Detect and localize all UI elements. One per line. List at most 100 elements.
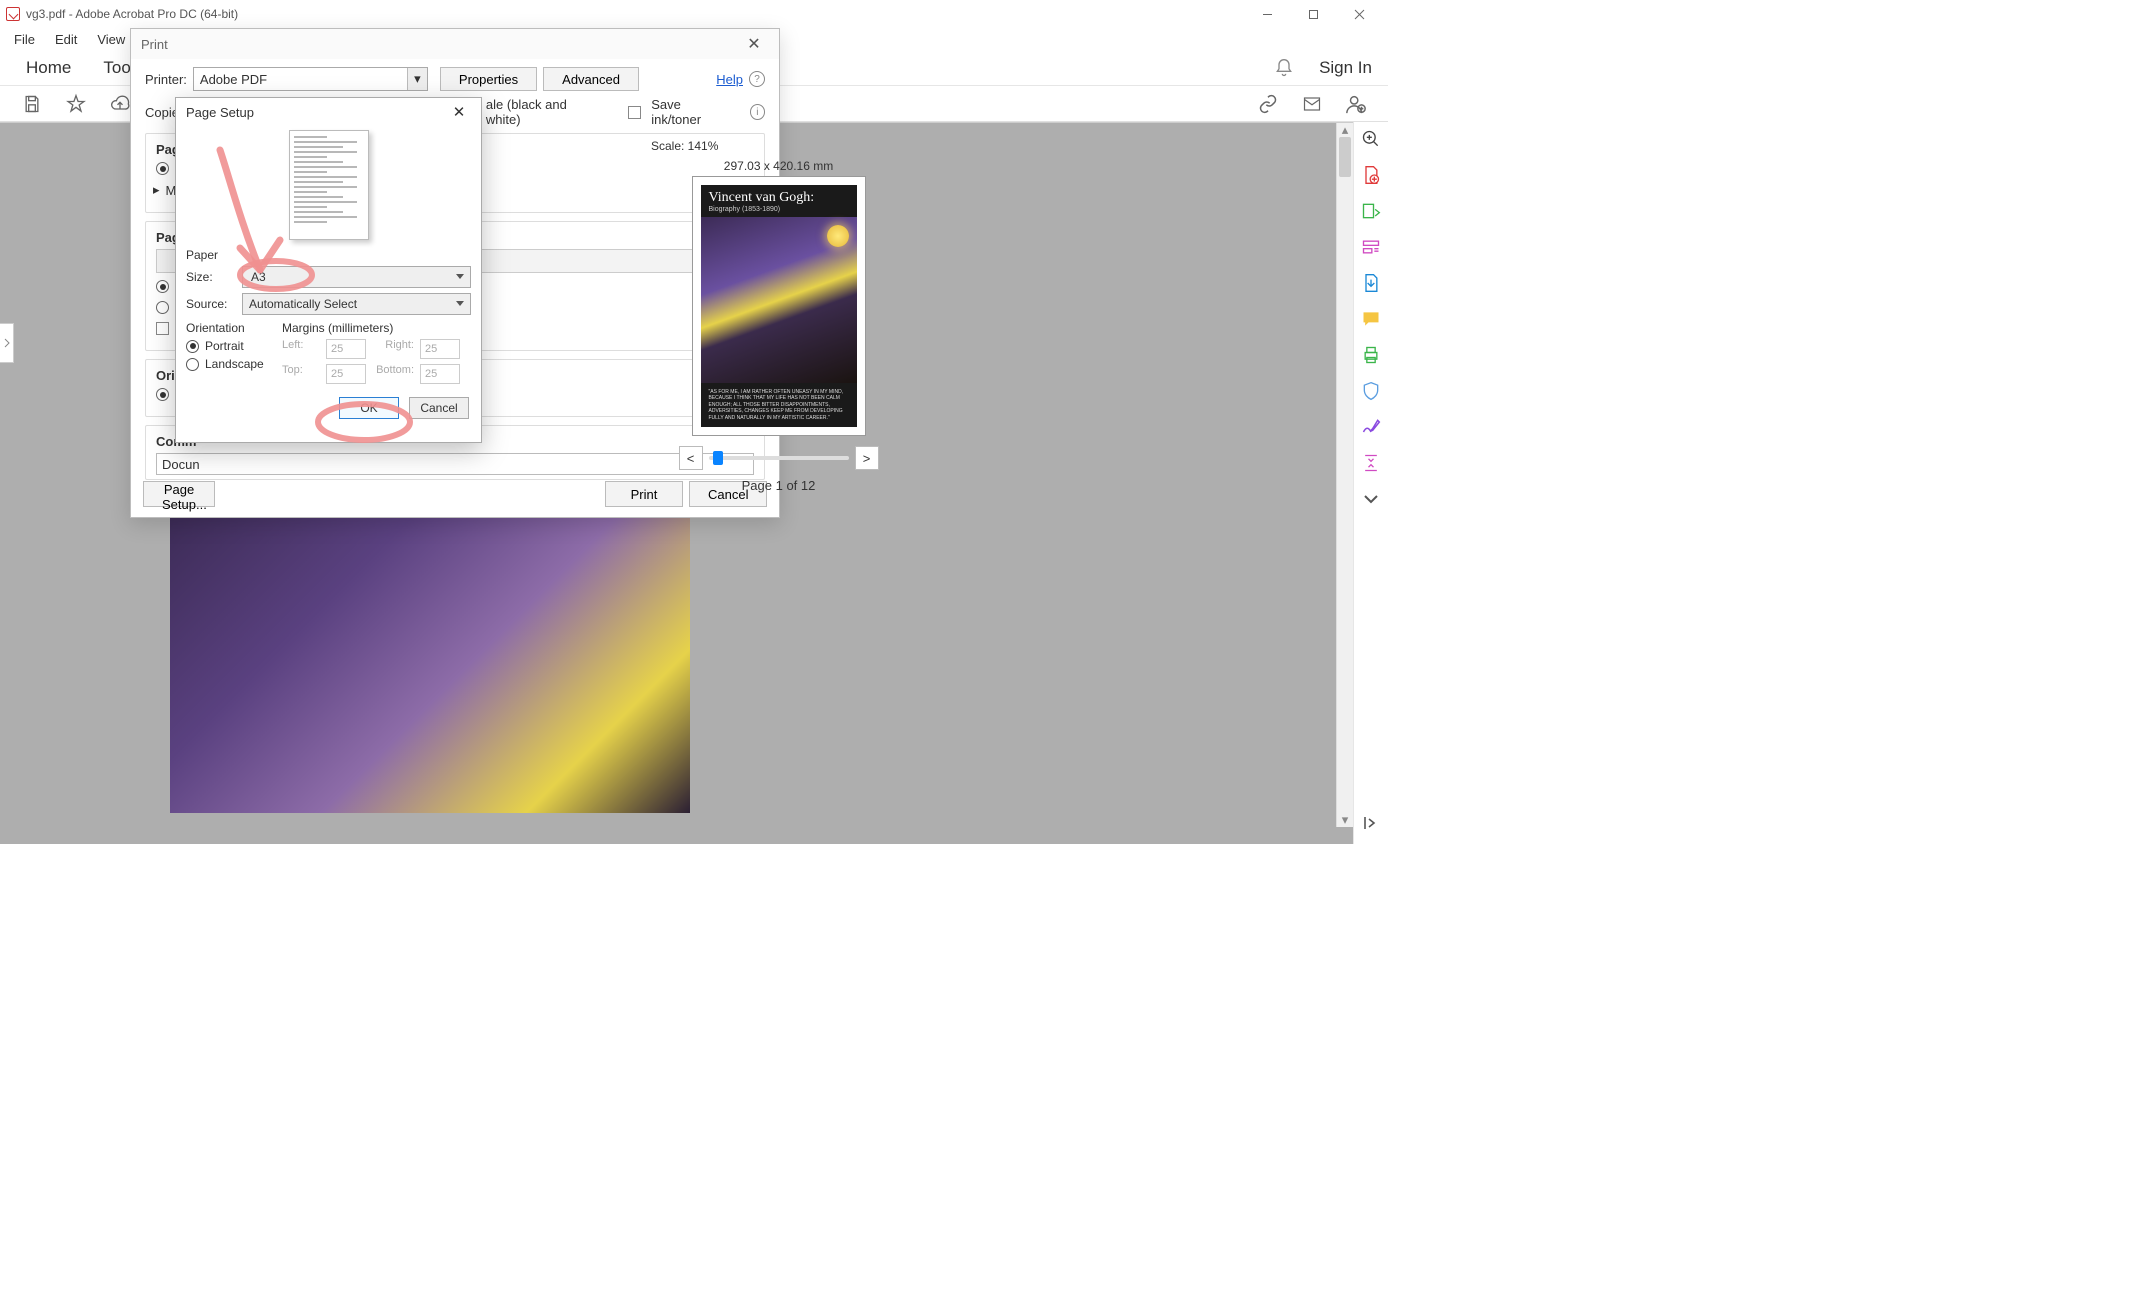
page-setup-ok-button[interactable]: OK <box>339 397 399 419</box>
source-label: Source: <box>186 297 236 311</box>
size-label: Size: <box>186 270 236 284</box>
scrollbar-thumb[interactable] <box>1339 137 1351 177</box>
choose-paper-checkbox[interactable] <box>156 322 169 335</box>
slider-knob[interactable] <box>713 451 723 465</box>
comment-icon[interactable] <box>1360 308 1382 330</box>
printer-label: Printer: <box>145 72 187 87</box>
paper-source-value: Automatically Select <box>249 297 357 311</box>
fill-sign-icon[interactable] <box>1360 416 1382 438</box>
preview-artwork <box>701 217 857 383</box>
add-user-icon[interactable] <box>1344 92 1368 116</box>
preview-doc-subtitle: Biography (1853-1890) <box>701 206 857 217</box>
page-setup-title: Page Setup <box>186 105 254 120</box>
margin-bottom-input[interactable]: 25 <box>420 364 460 384</box>
export-pdf-icon[interactable] <box>1360 200 1382 222</box>
combine-icon[interactable] <box>1360 272 1382 294</box>
preview-sheet: Vincent van Gogh: Biography (1853-1890) … <box>692 176 866 436</box>
preview-prev-button[interactable]: < <box>679 446 703 470</box>
preview-next-button[interactable]: > <box>855 446 879 470</box>
menu-edit[interactable]: Edit <box>45 30 87 49</box>
menu-file[interactable]: File <box>4 30 45 49</box>
paper-size-select[interactable]: A3 <box>242 266 471 288</box>
print-tool-icon[interactable] <box>1360 344 1382 366</box>
email-icon[interactable] <box>1300 92 1324 116</box>
window-close-button[interactable] <box>1336 0 1382 28</box>
advanced-button[interactable]: Advanced <box>543 67 639 91</box>
margin-left-input[interactable]: 25 <box>326 339 366 359</box>
menu-view[interactable]: View <box>87 30 135 49</box>
landscape-label: Landscape <box>205 357 264 371</box>
paper-size-value: A3 <box>251 270 266 284</box>
more-tools-icon[interactable] <box>1360 488 1382 510</box>
preview-scale-text: Scale: 141% <box>651 139 906 153</box>
save-ink-checkbox[interactable] <box>628 106 641 119</box>
grayscale-text: ale (black and white) <box>486 97 599 127</box>
margin-right-label: Right: <box>372 339 414 359</box>
create-pdf-icon[interactable] <box>1360 164 1382 186</box>
left-panel-toggle[interactable] <box>0 323 14 363</box>
dropdown-caret-icon <box>456 274 464 279</box>
margin-bottom-label: Bottom: <box>372 364 414 384</box>
preview-doc-title: Vincent van Gogh: <box>701 185 857 206</box>
zoom-icon[interactable] <box>1360 128 1382 150</box>
dropdown-caret-icon <box>456 301 464 306</box>
collapse-strip-icon[interactable] <box>1360 812 1382 834</box>
paper-section-label: Paper <box>186 248 471 262</box>
print-dialog-title: Print <box>141 37 168 52</box>
portrait-label: Portrait <box>205 339 244 353</box>
printer-select-value: Adobe PDF <box>200 72 267 87</box>
page-setup-button[interactable]: Page Setup... <box>143 481 215 507</box>
margin-top-label: Top: <box>282 364 320 384</box>
minimize-button[interactable] <box>1244 0 1290 28</box>
tab-home[interactable]: Home <box>10 54 87 82</box>
print-preview-panel: Scale: 141% 297.03 x 420.16 mm Vincent v… <box>651 139 906 494</box>
bell-icon[interactable] <box>1271 55 1297 81</box>
sign-in-link[interactable]: Sign In <box>1319 58 1372 78</box>
comments-select-value: Docun <box>162 457 200 472</box>
star-icon[interactable] <box>64 92 88 116</box>
margin-right-input[interactable]: 25 <box>420 339 460 359</box>
cloud-upload-icon[interactable] <box>108 92 132 116</box>
app-title-bar: vg3.pdf - Adobe Acrobat Pro DC (64-bit) <box>0 0 1388 28</box>
save-ink-info-icon[interactable]: i <box>750 104 765 120</box>
margin-top-input[interactable]: 25 <box>326 364 366 384</box>
properties-button[interactable]: Properties <box>440 67 537 91</box>
edit-pdf-icon[interactable] <box>1360 236 1382 258</box>
paper-source-select[interactable]: Automatically Select <box>242 293 471 315</box>
print-dialog-close-button[interactable]: ✕ <box>739 34 769 54</box>
page-setup-titlebar: Page Setup ✕ <box>176 98 481 126</box>
right-tool-strip <box>1353 122 1388 844</box>
pdf-file-icon <box>6 7 20 21</box>
print-dialog-titlebar: Print ✕ <box>131 29 779 59</box>
dropdown-arrow-icon: ▾ <box>407 68 427 90</box>
page-setup-close-button[interactable]: ✕ <box>447 103 471 121</box>
page-setup-preview <box>289 130 369 240</box>
save-icon[interactable] <box>20 92 44 116</box>
maximize-button[interactable] <box>1290 0 1336 28</box>
orientation-section-label: Orientation <box>186 321 276 335</box>
margins-section-label: Margins (millimeters) <box>282 321 471 335</box>
shrink-radio[interactable] <box>156 301 169 314</box>
save-ink-label: Save ink/toner <box>651 97 730 127</box>
page-setup-cancel-button[interactable]: Cancel <box>409 397 469 419</box>
preview-quote-text: "AS FOR ME, I AM RATHER OFTEN UNEASY IN … <box>701 383 857 428</box>
compress-icon[interactable] <box>1360 452 1382 474</box>
vertical-scrollbar[interactable]: ▴ ▾ <box>1336 123 1353 827</box>
margin-left-label: Left: <box>282 339 320 359</box>
auto-orientation-radio[interactable] <box>156 388 169 401</box>
preview-page-slider[interactable] <box>709 456 849 460</box>
help-link[interactable]: Help <box>716 72 743 87</box>
help-info-icon[interactable]: ? <box>749 71 765 87</box>
window-title: vg3.pdf - Adobe Acrobat Pro DC (64-bit) <box>26 7 238 21</box>
portrait-radio[interactable] <box>186 340 199 353</box>
landscape-radio[interactable] <box>186 358 199 371</box>
share-link-icon[interactable] <box>1256 92 1280 116</box>
page-setup-dialog: Page Setup ✕ Paper Size: A3 Source: Auto… <box>175 97 482 443</box>
fit-radio[interactable] <box>156 280 169 293</box>
printer-select[interactable]: Adobe PDF ▾ <box>193 67 428 91</box>
preview-page-content: Vincent van Gogh: Biography (1853-1890) … <box>701 185 857 427</box>
preview-page-indicator: Page 1 of 12 <box>651 478 906 493</box>
protect-icon[interactable] <box>1360 380 1382 402</box>
document-page-image <box>170 513 690 813</box>
all-pages-radio[interactable] <box>156 162 169 175</box>
